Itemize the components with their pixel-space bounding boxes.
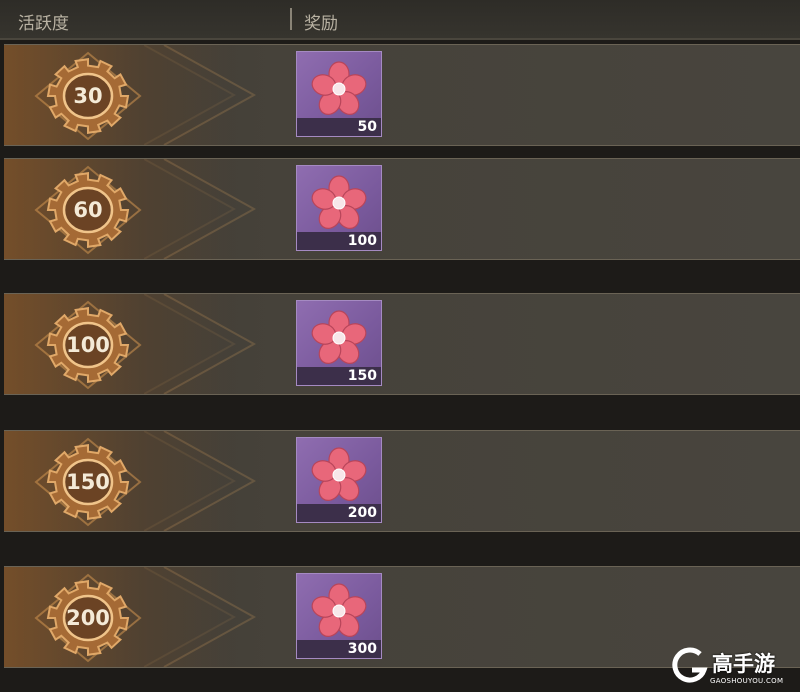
watermark-logo: 高手游 GAOSHOUYOU.COM [672,646,800,692]
reward-quantity: 300 [347,641,377,657]
activity-value: 100 [66,333,110,357]
activity-value: 150 [66,470,110,494]
activity-value: 60 [73,198,103,222]
reward-quantity: 100 [347,233,377,249]
pink-flower-icon [311,175,367,229]
watermark-domain: GAOSHOUYOU.COM [710,677,784,685]
pink-flower-icon [311,310,367,364]
activity-value: 200 [66,606,110,630]
row-chevron-decoration [144,567,257,667]
reward-quantity: 50 [357,119,377,135]
reward-row: 30 50 [4,44,800,146]
watermark-brand: 高手游 [712,652,775,676]
reward-item[interactable]: 100 [296,165,382,251]
reward-quantity: 200 [347,505,377,521]
header-divider [290,8,292,30]
row-chevron-decoration [144,45,257,145]
pink-flower-icon [311,583,367,637]
reward-column-header: 奖励 [304,14,338,34]
reward-row: 100 150 [4,293,800,395]
activity-column-header: 活跃度 [18,14,69,34]
reward-quantity: 150 [347,368,377,384]
reward-item[interactable]: 300 [296,573,382,659]
reward-item[interactable]: 200 [296,437,382,523]
activity-value: 30 [73,84,103,108]
row-chevron-decoration [144,159,257,259]
reward-item[interactable]: 150 [296,300,382,386]
reward-row: 60 100 [4,158,800,260]
watermark-logo-icon [672,647,708,683]
row-chevron-decoration [144,294,257,394]
pink-flower-icon [311,447,367,501]
reward-item[interactable]: 50 [296,51,382,137]
row-chevron-decoration [144,431,257,531]
table-header: 活跃度 奖励 [0,0,800,40]
pink-flower-icon [311,61,367,115]
reward-row: 150 200 [4,430,800,532]
